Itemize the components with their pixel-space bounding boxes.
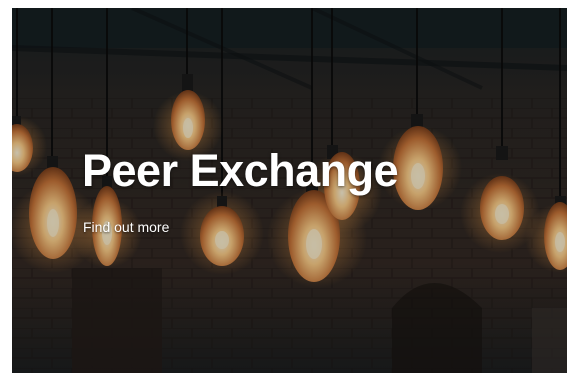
hero-banner: Peer Exchange Find out more <box>12 8 567 373</box>
hero-title: Peer Exchange <box>82 145 399 196</box>
find-out-more-link[interactable]: Find out more <box>83 219 169 235</box>
